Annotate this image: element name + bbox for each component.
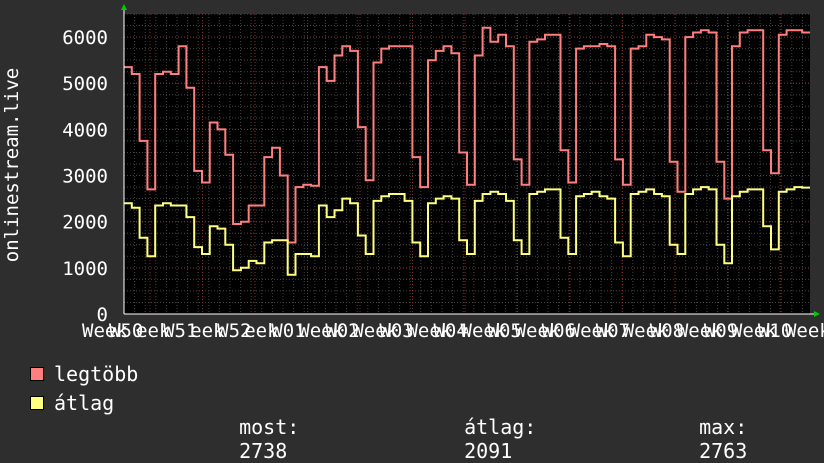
stat-now-value: 2738 <box>239 439 288 463</box>
legend-max-swatch <box>30 367 44 381</box>
x-axis-arrow <box>814 311 820 317</box>
y-tick-label: 5000 <box>62 73 108 95</box>
x-tick-label: Week <box>785 320 824 342</box>
stat-now: most: 2738 <box>215 391 299 463</box>
y-tick-label: 3000 <box>62 166 108 188</box>
stat-avg: átlag: 2091 <box>440 391 536 463</box>
stat-max-value: 2763 <box>699 439 748 463</box>
y-tick-label: 6000 <box>62 27 108 49</box>
stat-max-label: max: <box>699 415 748 439</box>
y-tick-label: 4000 <box>62 119 108 141</box>
legend-avg-label: átlag <box>54 391 115 415</box>
stat-avg-value: 2091 <box>464 439 513 463</box>
stat-max: max: 2763 <box>675 391 747 463</box>
y-axis-label: onlinestream.live <box>1 67 23 263</box>
legend-avg-swatch <box>30 396 44 410</box>
y-axis-arrow <box>121 4 127 10</box>
legend-max-label: legtöbb <box>54 362 139 386</box>
legend-avg: átlag <box>30 391 114 415</box>
y-tick-label: 2000 <box>62 212 108 234</box>
stat-now-label: most: <box>239 415 300 439</box>
legend-max: legtöbb <box>30 362 138 386</box>
y-tick-label: 1000 <box>62 258 108 280</box>
stat-avg-label: átlag: <box>464 415 537 439</box>
